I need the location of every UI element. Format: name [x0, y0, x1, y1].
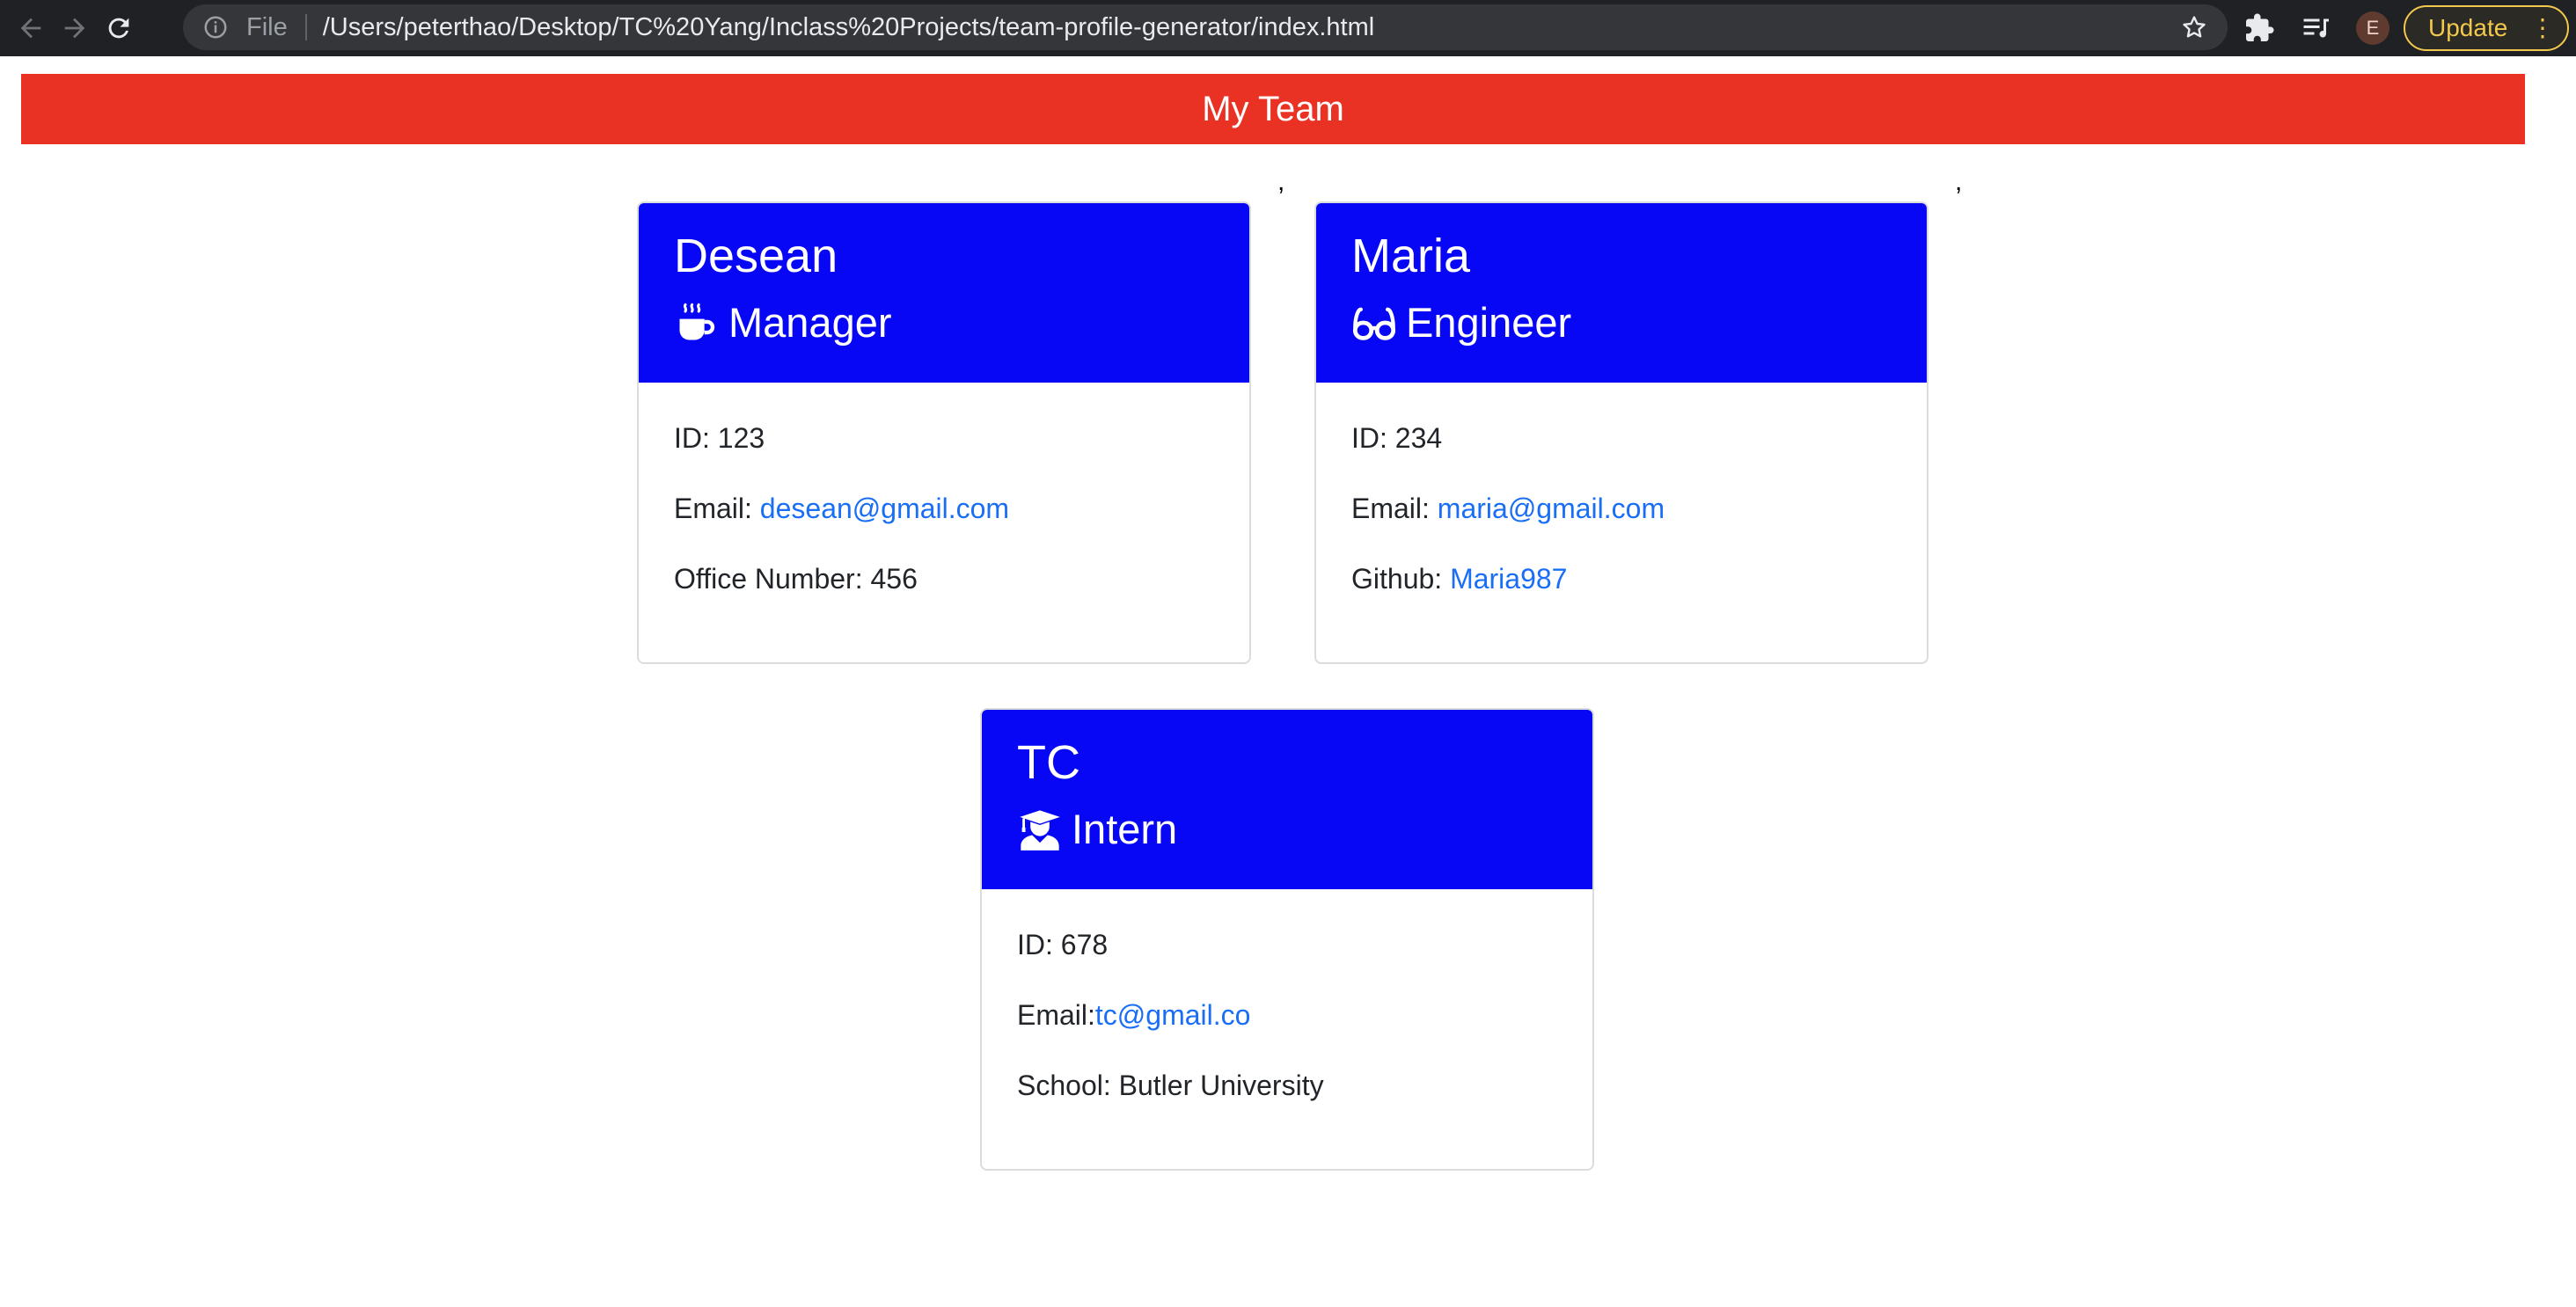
url-text[interactable]: /Users/peterthao/Desktop/TC%20Yang/Incla… — [323, 13, 1374, 42]
employee-name: Desean — [674, 230, 838, 282]
toolbar-actions: E Update ⋮ — [2243, 0, 2569, 56]
email-label: Email: — [674, 493, 760, 524]
reload-button[interactable] — [97, 0, 141, 56]
email-link[interactable]: tc@gmail.co — [1095, 999, 1251, 1031]
role-label: Manager — [728, 299, 892, 346]
glasses-icon — [1352, 307, 1396, 340]
employee-id: ID: 234 — [1351, 422, 1443, 454]
card-body: ID: 678 Email:tc@gmail.co School: Butler… — [982, 889, 1592, 1139]
forward-arrow-icon — [64, 18, 85, 39]
page-title: My Team — [1202, 89, 1344, 128]
office-number: Office Number: 456 — [674, 563, 918, 595]
forward-button[interactable] — [53, 0, 97, 56]
stray-comma: , — [1955, 167, 1963, 196]
omnibox-divider — [304, 14, 307, 40]
reload-icon — [108, 18, 129, 39]
browser-toolbar: File /Users/peterthao/Desktop/TC%20Yang/… — [0, 0, 2576, 56]
employee-card-engineer: Maria Engineer ID: 234 Email: maria@gmai… — [1314, 201, 1928, 664]
employee-role: Engineer — [1351, 296, 1927, 349]
graduate-icon — [1020, 810, 1060, 851]
github-link[interactable]: Maria987 — [1450, 563, 1567, 595]
menu-dots-icon[interactable]: ⋮ — [2530, 16, 2555, 40]
employee-role: Manager — [674, 296, 1249, 349]
employee-id: ID: 123 — [674, 422, 765, 454]
stray-comma: , — [1277, 167, 1285, 196]
update-button[interactable]: Update ⋮ — [2404, 5, 2569, 51]
card-header: Desean Manager — [639, 203, 1249, 383]
extensions-puzzle-icon[interactable] — [2243, 12, 2275, 44]
email-label: Email: — [1351, 493, 1438, 524]
employee-id: ID: 678 — [1017, 929, 1109, 960]
card-header: TC Intern — [982, 710, 1592, 889]
team-header: My Team — [21, 74, 2525, 144]
school: School: Butler University — [1017, 1070, 1324, 1101]
role-label: Intern — [1072, 806, 1178, 852]
coffee-mug-icon — [679, 303, 715, 340]
role-label: Engineer — [1406, 299, 1572, 346]
reading-list-icon[interactable] — [2300, 12, 2331, 44]
employee-card-intern: TC Intern ID: 678 Email:tc@gmail.co Scho… — [980, 708, 1594, 1171]
employee-name: TC — [1017, 736, 1080, 789]
bookmark-star-icon[interactable] — [2180, 13, 2208, 41]
back-button[interactable] — [9, 0, 53, 56]
employee-card-manager: Desean Manager ID: 123 Email: desean@gma… — [637, 201, 1251, 664]
file-scheme-label: File — [246, 12, 288, 41]
info-icon[interactable] — [202, 14, 229, 40]
employee-name: Maria — [1351, 230, 1471, 282]
profile-avatar[interactable]: E — [2356, 11, 2389, 45]
employee-email-row: Email:tc@gmail.co — [1017, 998, 1592, 1069]
employee-email-row: Email: desean@gmail.com — [674, 492, 1249, 562]
email-link[interactable]: maria@gmail.com — [1438, 493, 1665, 524]
github-row: Github: Maria987 — [1351, 562, 1927, 632]
card-body: ID: 123 Email: desean@gmail.com Office N… — [639, 383, 1249, 632]
update-button-label: Update — [2428, 14, 2508, 41]
employee-email-row: Email: maria@gmail.com — [1351, 492, 1927, 562]
email-label: Email: — [1017, 999, 1095, 1031]
card-body: ID: 234 Email: maria@gmail.com Github: M… — [1316, 383, 1927, 632]
email-link[interactable]: desean@gmail.com — [760, 493, 1009, 524]
back-arrow-icon — [20, 18, 41, 39]
address-bar[interactable]: File /Users/peterthao/Desktop/TC%20Yang/… — [183, 4, 2228, 50]
card-header: Maria Engineer — [1316, 203, 1927, 383]
employee-role: Intern — [1017, 803, 1592, 856]
github-label: Github: — [1351, 563, 1451, 595]
